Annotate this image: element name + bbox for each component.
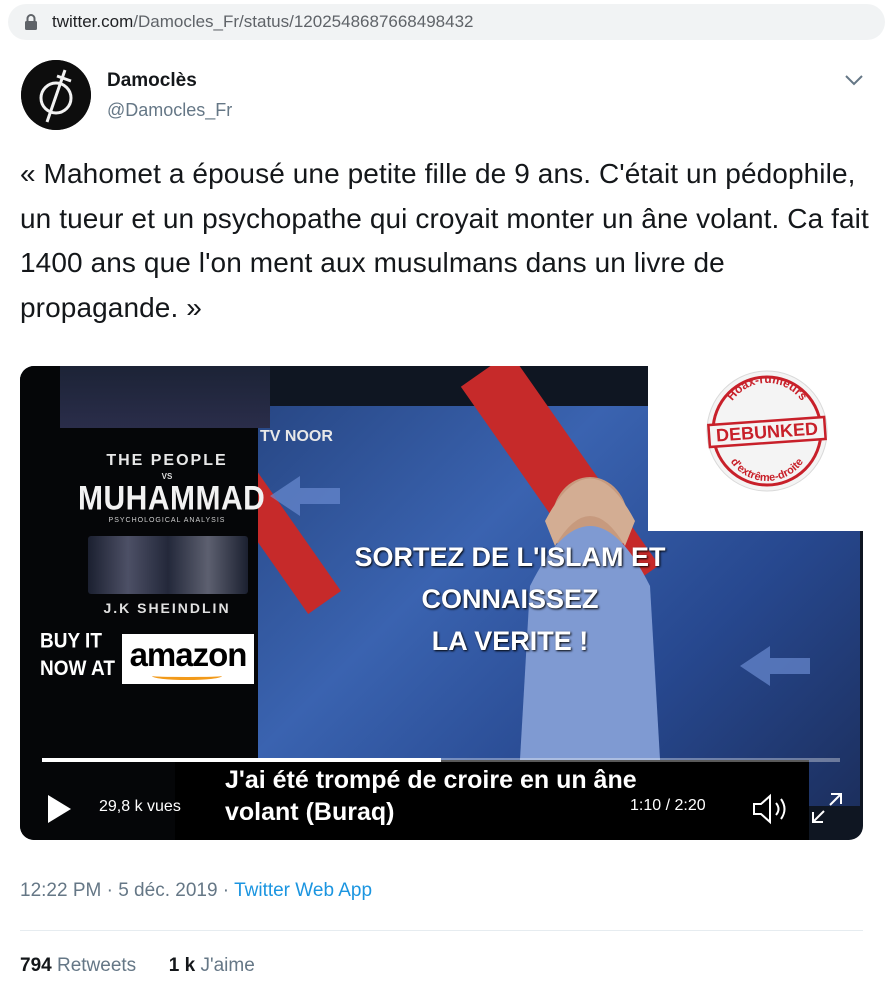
buy-line1: BUY IT xyxy=(40,629,102,653)
overlay-line1: SORTEZ DE L'ISLAM ET xyxy=(354,542,666,572)
author-name[interactable]: Damoclès xyxy=(107,70,197,92)
volume-icon[interactable] xyxy=(750,791,790,827)
video-overlay-text: SORTEZ DE L'ISLAM ET CONNAISSEZ LA VERIT… xyxy=(300,536,720,662)
fullscreen-icon[interactable] xyxy=(809,790,845,826)
book-subtitle: PSYCHOLOGICAL ANALYSIS xyxy=(108,517,226,524)
book-author: J.K SHEINDLIN xyxy=(103,600,231,616)
url-domain: twitter.com xyxy=(52,12,134,31)
amazon-logo: amazon xyxy=(122,634,254,684)
address-bar: twitter.com/Damocles_Fr/status/120254868… xyxy=(0,0,885,44)
buy-text: BUY IT NOW AT xyxy=(40,628,115,683)
video-subtitle: J'ai été trompé de croire en un âne vola… xyxy=(225,764,637,828)
play-icon[interactable] xyxy=(46,794,72,824)
chevron-down-icon[interactable] xyxy=(843,72,865,88)
video-time: 1:10 / 2:20 xyxy=(630,797,706,814)
video-progress-bar[interactable] xyxy=(42,758,840,762)
likes-label: J'aime xyxy=(195,955,255,976)
url-path: /Damocles_Fr/status/1202548687668498432 xyxy=(133,12,474,31)
lock-icon xyxy=(24,14,38,30)
tweet-text: « Mahomet a épousé une petite fille de 9… xyxy=(20,158,869,323)
tv-logo: TV NOOR xyxy=(260,428,333,445)
book-title-line2: MUHAMMAD xyxy=(78,479,266,518)
url-field[interactable]: twitter.com/Damocles_Fr/status/120254868… xyxy=(8,4,885,40)
calligraphy-image xyxy=(88,536,248,594)
overlay-line3: LA VERITE ! xyxy=(431,626,589,656)
tweet-timestamp[interactable]: 12:22 PM · 5 déc. 2019 · xyxy=(20,880,234,901)
retweets-stat[interactable]: 794 Retweets xyxy=(20,955,136,976)
likes-stat[interactable]: 1 k J'aime xyxy=(169,955,255,976)
subtitle-line1: J'ai été trompé de croire en un âne xyxy=(225,766,637,794)
tweet-stats: 794 Retweets 1 k J'aime xyxy=(20,955,255,977)
book-top-image xyxy=(60,366,270,428)
retweets-count: 794 xyxy=(20,955,52,976)
book-title-line1: THE PEOPLE xyxy=(106,452,228,469)
amazon-smile xyxy=(152,672,222,680)
divider xyxy=(20,930,863,931)
tweet-meta: 12:22 PM · 5 déc. 2019 · Twitter Web App xyxy=(20,880,372,902)
buy-line2: NOW AT xyxy=(40,657,115,681)
subtitle-line2: volant (Buraq) xyxy=(225,798,395,826)
overlay-line2: CONNAISSEZ xyxy=(421,584,599,614)
author-handle[interactable]: @Damocles_Fr xyxy=(107,100,232,121)
likes-count: 1 k xyxy=(168,955,196,976)
avatar[interactable] xyxy=(21,60,91,130)
debunked-stamp: Hoax-rumeurs DEBUNKED d'extrême-droite xyxy=(706,370,828,492)
retweets-label: Retweets xyxy=(51,955,137,976)
tweet-source-app[interactable]: Twitter Web App xyxy=(234,880,372,901)
video-progress-fill xyxy=(42,758,441,762)
view-count: 29,8 k vues xyxy=(99,798,181,815)
amazon-label: amazon xyxy=(129,636,248,673)
